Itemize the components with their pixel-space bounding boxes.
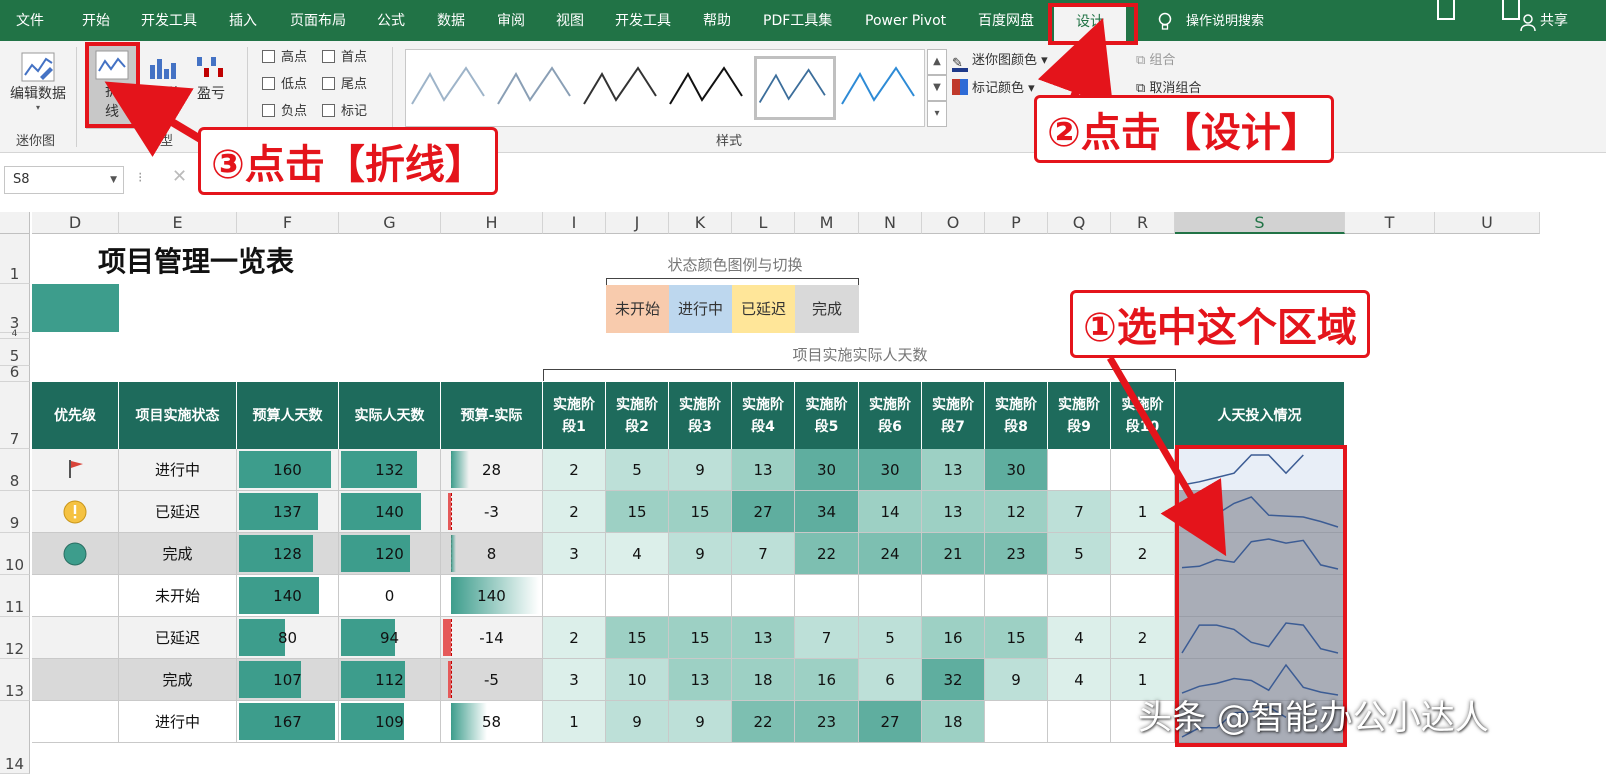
annotation-arrows <box>104 17 1227 557</box>
watermark: 头条 @智能办公小达人 <box>1138 698 1489 738</box>
step1-callout: ①选中这个区域 <box>1070 290 1370 358</box>
step2-callout: ②点击【设计】 <box>1034 95 1334 163</box>
step3-callout: ③点击【折线】 <box>198 127 498 195</box>
arrow-to-range <box>1106 356 1227 557</box>
